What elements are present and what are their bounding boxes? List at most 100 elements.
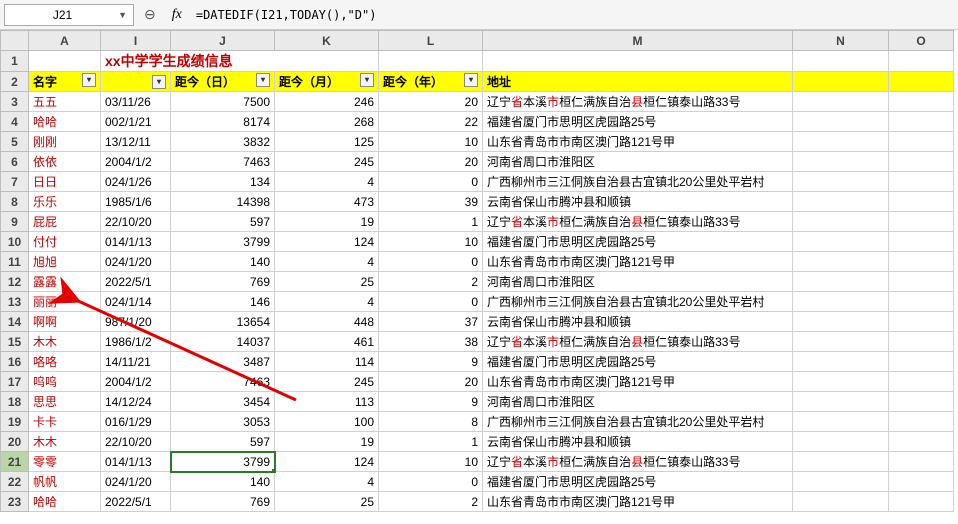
cell-months[interactable]: 4 — [275, 472, 379, 492]
spreadsheet-grid[interactable]: AIJKLMNO1xx中学学生成绩信息2名字▾▾距今（日）▾距今（月）▾距今（年… — [0, 30, 958, 512]
cell-years[interactable]: 9 — [379, 392, 483, 412]
cell-months[interactable]: 125 — [275, 132, 379, 152]
cell-date[interactable]: 2022/5/1 — [101, 492, 171, 512]
cell-name[interactable]: 刚刚 — [29, 132, 101, 152]
cell-address[interactable]: 辽宁省本溪市桓仁满族自治县桓仁镇泰山路33号 — [483, 212, 793, 232]
column-header-I[interactable]: I — [101, 31, 171, 51]
cell-days[interactable]: 134 — [171, 172, 275, 192]
cell-years[interactable]: 39 — [379, 192, 483, 212]
header-i[interactable]: ▾ — [101, 72, 171, 92]
cell-name[interactable]: 零零 — [29, 452, 101, 472]
cell-days[interactable]: 14398 — [171, 192, 275, 212]
cell-address[interactable]: 辽宁省本溪市桓仁满族自治县桓仁镇泰山路33号 — [483, 92, 793, 112]
cell-days[interactable]: 3454 — [171, 392, 275, 412]
row-header-14[interactable]: 14 — [1, 312, 29, 332]
cell-years[interactable]: 2 — [379, 492, 483, 512]
cell-date[interactable]: 2004/1/2 — [101, 152, 171, 172]
cell-days[interactable]: 3053 — [171, 412, 275, 432]
row-header-23[interactable]: 23 — [1, 492, 29, 512]
cell-years[interactable]: 22 — [379, 112, 483, 132]
cell-date[interactable]: 024/1/20 — [101, 472, 171, 492]
cell-date[interactable]: 002/1/21 — [101, 112, 171, 132]
cell-A1[interactable] — [29, 51, 101, 72]
cell-address[interactable]: 云南省保山市腾冲县和顺镇 — [483, 192, 793, 212]
cell-years[interactable]: 2 — [379, 272, 483, 292]
cell-address[interactable]: 辽宁省本溪市桓仁满族自治县桓仁镇泰山路33号 — [483, 332, 793, 352]
cell-address[interactable]: 福建省厦门市思明区虎园路25号 — [483, 232, 793, 252]
cell-days[interactable]: 140 — [171, 472, 275, 492]
header-address[interactable]: 地址 — [483, 72, 793, 92]
cell-days[interactable]: 769 — [171, 272, 275, 292]
fx-label[interactable]: fx — [172, 7, 182, 23]
cell-days[interactable]: 13654 — [171, 312, 275, 332]
cell-date[interactable]: 024/1/14 — [101, 292, 171, 312]
cell-months[interactable]: 246 — [275, 92, 379, 112]
cell-date[interactable]: 1985/1/6 — [101, 192, 171, 212]
cell-date[interactable]: 987/1/20 — [101, 312, 171, 332]
row-header-15[interactable]: 15 — [1, 332, 29, 352]
filter-dropdown-icon[interactable]: ▾ — [256, 73, 270, 87]
cell-address[interactable]: 广西柳州市三江侗族自治县古宜镇北20公里处平岩村 — [483, 172, 793, 192]
zoom-out-icon[interactable]: ⊖ — [144, 6, 156, 23]
row-header-22[interactable]: 22 — [1, 472, 29, 492]
cell-months[interactable]: 461 — [275, 332, 379, 352]
cell-date[interactable]: 014/1/13 — [101, 232, 171, 252]
row-header-1[interactable]: 1 — [1, 51, 29, 72]
cell-years[interactable]: 9 — [379, 352, 483, 372]
cell-years[interactable]: 37 — [379, 312, 483, 332]
cell-months[interactable]: 4 — [275, 292, 379, 312]
cell-years[interactable]: 8 — [379, 412, 483, 432]
cell-years[interactable]: 10 — [379, 452, 483, 472]
cell-name[interactable]: 五五 — [29, 92, 101, 112]
cell-address[interactable]: 河南省周口市淮阳区 — [483, 152, 793, 172]
cell-days[interactable]: 7500 — [171, 92, 275, 112]
row-header-7[interactable]: 7 — [1, 172, 29, 192]
row-header-6[interactable]: 6 — [1, 152, 29, 172]
cell-months[interactable]: 268 — [275, 112, 379, 132]
title-cell[interactable]: xx中学学生成绩信息 — [101, 51, 379, 72]
cell-months[interactable]: 19 — [275, 432, 379, 452]
cell-date[interactable]: 014/1/13 — [101, 452, 171, 472]
cell-name[interactable]: 啊啊 — [29, 312, 101, 332]
cell-date[interactable]: 024/1/26 — [101, 172, 171, 192]
row-header-16[interactable]: 16 — [1, 352, 29, 372]
cell-name[interactable]: 木木 — [29, 432, 101, 452]
cell-months[interactable]: 448 — [275, 312, 379, 332]
formula-input[interactable] — [192, 4, 954, 26]
cell-address[interactable]: 广西柳州市三江侗族自治县古宜镇北20公里处平岩村 — [483, 412, 793, 432]
cell-date[interactable]: 14/11/21 — [101, 352, 171, 372]
cell-name[interactable]: 咯咯 — [29, 352, 101, 372]
cell-days[interactable]: 14037 — [171, 332, 275, 352]
cell-months[interactable]: 245 — [275, 372, 379, 392]
cell-years[interactable]: 38 — [379, 332, 483, 352]
cell-address[interactable]: 山东省青岛市市南区澳门路121号甲 — [483, 132, 793, 152]
column-header-L[interactable]: L — [379, 31, 483, 51]
cell-days[interactable]: 769 — [171, 492, 275, 512]
header-days[interactable]: 距今（日）▾ — [171, 72, 275, 92]
cell-name[interactable]: 付付 — [29, 232, 101, 252]
cell-address[interactable]: 福建省厦门市思明区虎园路25号 — [483, 352, 793, 372]
filter-dropdown-icon[interactable]: ▾ — [152, 75, 166, 89]
cell-years[interactable]: 10 — [379, 132, 483, 152]
cell-date[interactable]: 1986/1/2 — [101, 332, 171, 352]
cell-years[interactable]: 10 — [379, 232, 483, 252]
cell-name[interactable]: 露露 — [29, 272, 101, 292]
cell-days[interactable]: 597 — [171, 432, 275, 452]
column-header-N[interactable]: N — [793, 31, 889, 51]
row-header-21[interactable]: 21 — [1, 452, 29, 472]
cell-days[interactable]: 140 — [171, 252, 275, 272]
row-header-11[interactable]: 11 — [1, 252, 29, 272]
cell-date[interactable]: 2022/5/1 — [101, 272, 171, 292]
cell-name[interactable]: 帆帆 — [29, 472, 101, 492]
filter-dropdown-icon[interactable]: ▾ — [360, 73, 374, 87]
cell-months[interactable]: 114 — [275, 352, 379, 372]
column-header-K[interactable]: K — [275, 31, 379, 51]
cell-name[interactable]: 旭旭 — [29, 252, 101, 272]
cell-address[interactable]: 山东省青岛市市南区澳门路121号甲 — [483, 372, 793, 392]
cell-years[interactable]: 0 — [379, 252, 483, 272]
cell-name[interactable]: 木木 — [29, 332, 101, 352]
cell-months[interactable]: 4 — [275, 252, 379, 272]
cell-address[interactable]: 云南省保山市腾冲县和顺镇 — [483, 312, 793, 332]
cell-address[interactable]: 福建省厦门市思明区虎园路25号 — [483, 472, 793, 492]
cell-address[interactable]: 河南省周口市淮阳区 — [483, 392, 793, 412]
